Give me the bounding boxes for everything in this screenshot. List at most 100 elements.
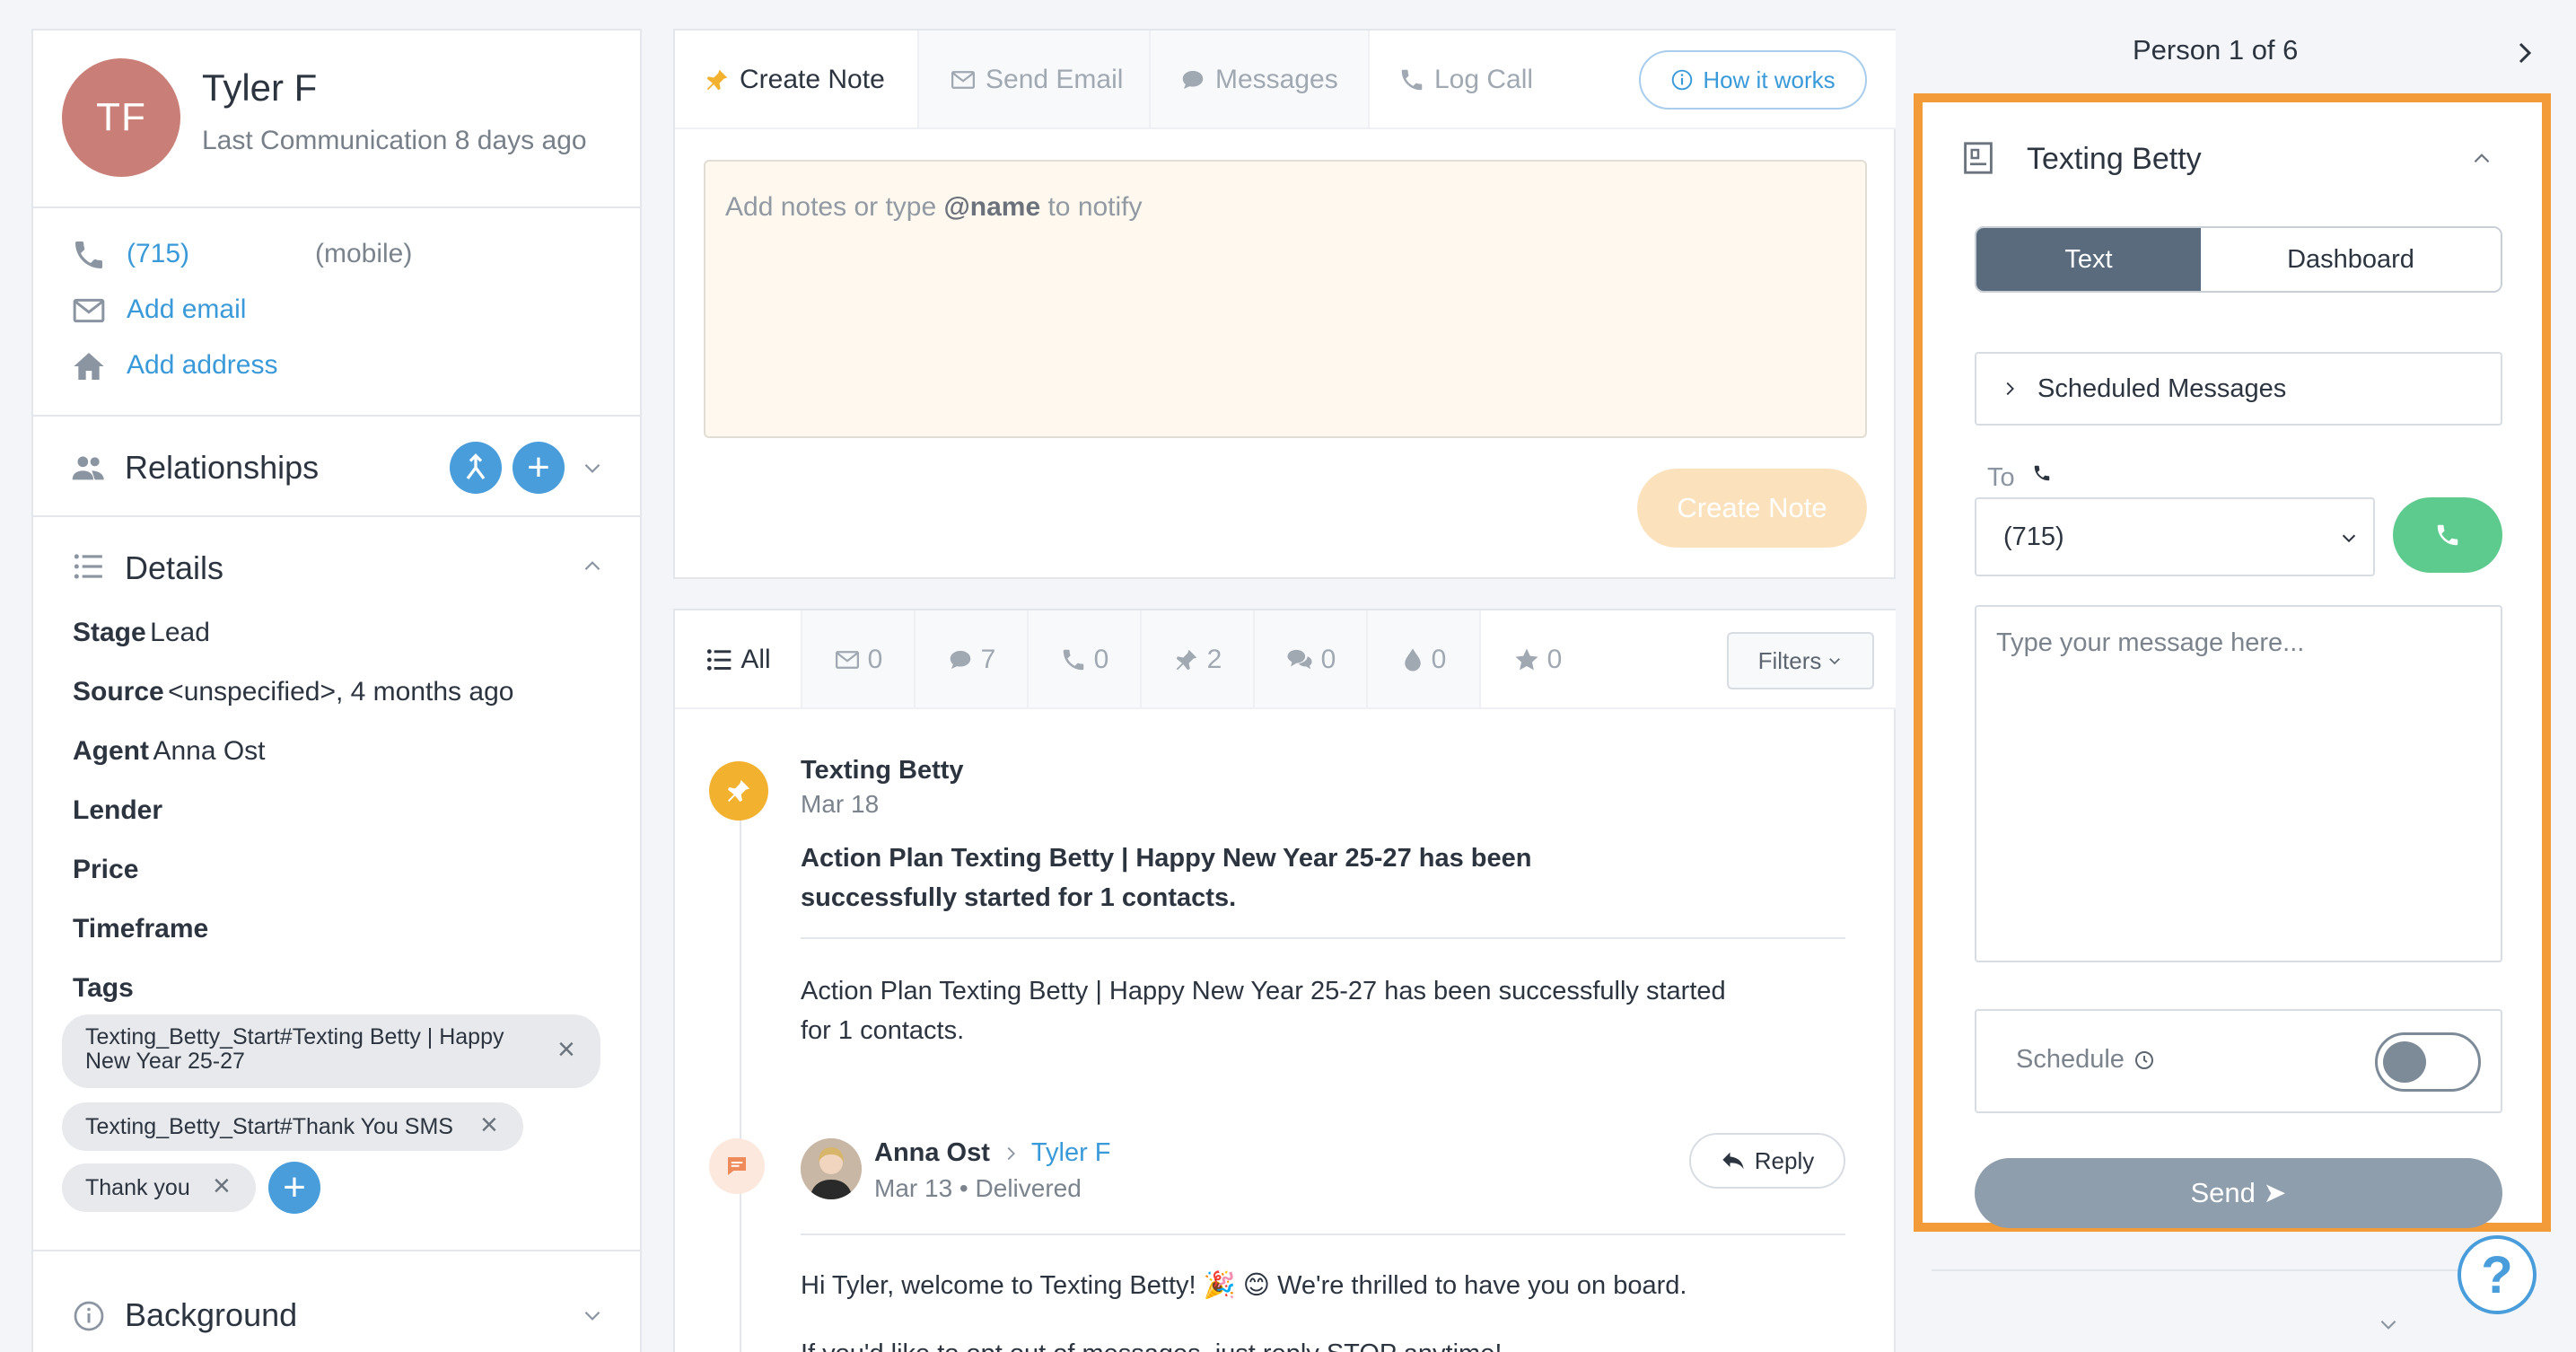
remove-tag-icon[interactable]: × [557,1034,575,1065]
tag-chip[interactable]: Texting_Betty_Start#Texting Betty | Happ… [62,1014,600,1088]
chevron-down-icon[interactable] [2377,1312,2400,1336]
note-input[interactable]: Add notes or type @name to notify [704,160,1867,438]
list-icon [707,649,732,671]
tag-label: Texting_Betty_Start#Thank You SMS [85,1114,453,1139]
add-address-link[interactable]: Add address [127,350,277,381]
texting-title: Texting Betty [2027,142,2202,176]
message-placeholder: Type your message here... [1996,628,2305,657]
tab-text[interactable]: Text [1976,228,2201,291]
send-button[interactable]: Send ➤ [1975,1158,2502,1228]
phone-icon [2437,524,2458,546]
info-icon [73,1300,105,1332]
star-icon [1515,648,1538,671]
detail-row-stage[interactable]: Stage Lead [73,618,210,648]
relationships-title[interactable]: Relationships [125,449,319,487]
avatar: TF [62,58,180,177]
tab-send-email[interactable]: Send Email [919,31,1151,129]
person-panel: TF Tyler F Last Communication 8 days ago… [31,29,642,1352]
phone-icon [1063,649,1083,671]
filter-tab-calls[interactable]: 0 [1029,610,1142,709]
message-body: Hi Tyler, welcome to Texting Betty! 🎉 😊 … [801,1271,1687,1352]
filters-dropdown[interactable]: Filters [1727,632,1874,689]
next-person-icon[interactable] [2511,40,2538,66]
detail-row-timeframe[interactable]: Timeframe [73,914,208,944]
phone-type: (mobile) [315,239,413,268]
scheduled-messages-toggle[interactable]: Scheduled Messages [1975,352,2502,426]
chevron-down-icon[interactable] [581,456,604,479]
tag-chip[interactable]: Thank you × [62,1163,256,1212]
mail-icon [71,293,107,329]
message-input[interactable]: Type your message here... [1975,605,2502,962]
filter-tab-email[interactable]: 0 [802,610,916,709]
phone-icon [2032,463,2052,483]
filter-tab-messages[interactable]: 7 [916,610,1029,709]
divider [33,515,640,517]
tab-messages[interactable]: Messages [1151,31,1370,129]
tag-label: Texting_Betty_Start#Texting Betty | Happ… [85,1024,504,1074]
filter-tab-starred[interactable]: 0 [1481,610,1594,709]
merge-relationship-button[interactable] [450,442,502,494]
filter-tab-all[interactable]: All [675,610,802,709]
feed-summary: Action Plan Texting Betty | Happy New Ye… [801,844,1532,912]
to-label: To [1987,463,2015,492]
tab-dashboard[interactable]: Dashboard [2201,228,2501,291]
feed-date: Mar 18 [801,790,880,818]
remove-tag-icon[interactable]: × [213,1171,231,1201]
detail-row-tags: Tags [73,973,134,1003]
activity-feed: All 0 7 0 2 0 0 0 Filters Texting Betty … [673,609,1896,1352]
call-button[interactable] [2393,497,2502,573]
pin-icon [1176,649,1196,671]
person-pager: Person 1 of 6 [2133,34,2299,66]
tag-label: Thank you [85,1175,190,1200]
detail-row-lender[interactable]: Lender [73,795,162,826]
add-relationship-button[interactable]: + [513,442,565,494]
tab-create-note[interactable]: Create Note [675,31,919,129]
agent-avatar [801,1138,862,1199]
help-button[interactable]: ? [2458,1235,2537,1314]
chevron-down-icon [2342,534,2356,543]
detail-row-price[interactable]: Price [73,855,138,885]
chevron-up-icon[interactable] [581,555,604,578]
tab-log-call[interactable]: Log Call [1370,31,1576,129]
chevron-right-icon [1007,1146,1015,1160]
phone-link[interactable]: (715) [127,239,189,269]
add-tag-button[interactable]: + [268,1162,320,1214]
people-icon [71,452,107,483]
filter-tab-conversations[interactable]: 0 [1255,610,1368,709]
timeline-line [740,790,741,1352]
divider [33,415,640,417]
detail-row-agent[interactable]: Agent Anna Ost [73,736,266,767]
toggle-knob [2383,1041,2426,1083]
chevron-down-icon[interactable] [581,1304,604,1327]
home-icon [71,348,107,384]
detail-row-source[interactable]: Source <unspecified>, 4 months ago [73,677,513,707]
info-icon [1672,69,1693,91]
schedule-label: Schedule [2016,1045,2155,1075]
filter-tab-notes[interactable]: 2 [1142,610,1255,709]
clock-icon [2134,1050,2153,1069]
feed-author: Texting Betty [801,756,964,785]
to-number-select[interactable]: (715) [1975,497,2375,576]
divider [33,1250,640,1251]
mail-icon [835,651,859,669]
pin-icon [709,761,768,821]
how-it-works-button[interactable]: How it works [1639,50,1867,110]
background-title[interactable]: Background [125,1296,297,1334]
filter-tab-drops[interactable]: 0 [1368,610,1481,709]
texting-widget: Texting Betty Text Dashboard Scheduled M… [1914,93,2551,1232]
reply-button[interactable]: Reply [1689,1133,1845,1189]
collapse-icon[interactable] [2470,147,2493,171]
create-note-button[interactable]: Create Note [1637,469,1867,548]
drop-icon [1404,648,1421,672]
recipient-link[interactable]: Tyler F [1031,1138,1111,1168]
note-placeholder: Add notes or type @name to notify [725,192,1143,222]
view-toggle: Text Dashboard [1975,226,2502,293]
details-title[interactable]: Details [125,549,223,587]
chevron-down-icon [1829,658,1841,665]
remove-tag-icon[interactable]: × [480,1110,498,1140]
pin-icon [706,69,728,91]
tag-chip[interactable]: Texting_Betty_Start#Thank You SMS × [62,1102,523,1151]
chat-bubble-icon [950,651,970,669]
schedule-toggle[interactable] [2375,1032,2481,1092]
add-email-link[interactable]: Add email [127,294,246,325]
